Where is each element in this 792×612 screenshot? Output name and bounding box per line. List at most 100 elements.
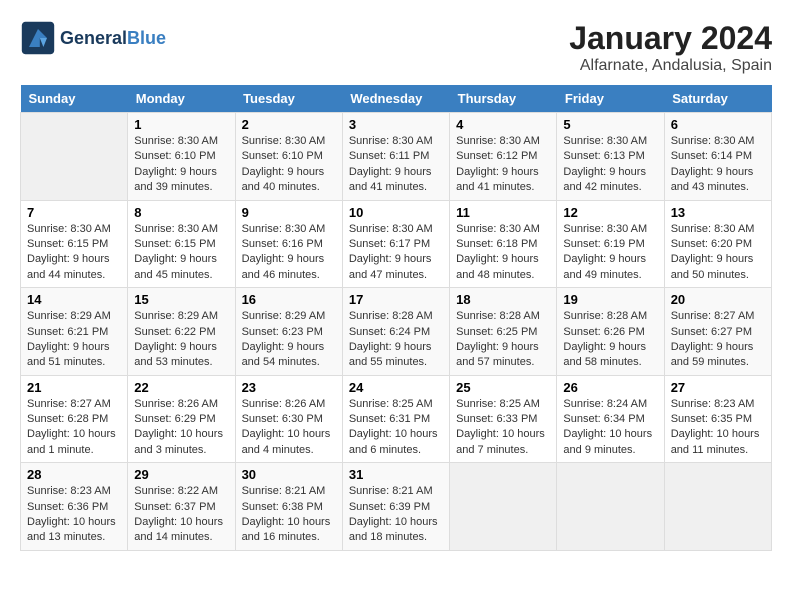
logo: GeneralBlue: [20, 20, 166, 56]
day-info: Sunrise: 8:26 AM Sunset: 6:30 PM Dayligh…: [242, 397, 336, 459]
calendar-cell: 31Sunrise: 8:21 AM Sunset: 6:39 PM Dayli…: [342, 463, 449, 551]
page-header: GeneralBlue January 2024 Alfarnate, Anda…: [20, 20, 772, 75]
day-number: 14: [27, 292, 121, 307]
day-number: 3: [349, 117, 443, 132]
logo-icon: [20, 20, 56, 56]
calendar-day-header: Saturday: [664, 85, 771, 113]
day-number: 13: [671, 205, 765, 220]
calendar-cell: 25 Sunrise: 8:25 AM Sunset: 6:33 PM Dayli…: [450, 375, 557, 463]
page-title: January 2024: [569, 20, 772, 57]
day-number: 11: [456, 205, 550, 220]
day-number: 5: [563, 117, 657, 132]
calendar-cell: 23 Sunrise: 8:26 AM Sunset: 6:30 PM Dayli…: [235, 375, 342, 463]
logo-text: GeneralBlue: [60, 28, 166, 49]
day-number: 10: [349, 205, 443, 220]
day-number: 17: [349, 292, 443, 307]
day-info: Sunrise: 8:30 AM Sunset: 6:10 PM Dayligh…: [242, 134, 336, 196]
calendar-cell: 15 Sunrise: 8:29 AM Sunset: 6:22 PM Dayli…: [128, 288, 235, 376]
day-number: 16: [242, 292, 336, 307]
day-info: Sunrise: 8:22 AM Sunset: 6:37 PM Dayligh…: [134, 484, 228, 546]
calendar-cell: 1 Sunrise: 8:30 AM Sunset: 6:10 PM Daylig…: [128, 113, 235, 201]
day-number: 18: [456, 292, 550, 307]
calendar-day-header: Thursday: [450, 85, 557, 113]
day-number: 28: [27, 467, 121, 482]
day-number: 15: [134, 292, 228, 307]
day-info: Sunrise: 8:30 AM Sunset: 6:12 PM Dayligh…: [456, 134, 550, 196]
calendar-day-header: Wednesday: [342, 85, 449, 113]
calendar-day-header: Sunday: [21, 85, 128, 113]
calendar-cell: 18 Sunrise: 8:28 AM Sunset: 6:25 PM Dayli…: [450, 288, 557, 376]
calendar-week-row: 14 Sunrise: 8:29 AM Sunset: 6:21 PM Dayli…: [21, 288, 772, 376]
day-number: 23: [242, 380, 336, 395]
calendar-cell: [664, 463, 771, 551]
day-info: Sunrise: 8:30 AM Sunset: 6:14 PM Dayligh…: [671, 134, 765, 196]
calendar-cell: 22Sunrise: 8:26 AM Sunset: 6:29 PM Dayli…: [128, 375, 235, 463]
day-info: Sunrise: 8:25 AM Sunset: 6:31 PM Dayligh…: [349, 397, 443, 459]
day-info: Sunrise: 8:30 AM Sunset: 6:17 PM Dayligh…: [349, 222, 443, 284]
page-subtitle: Alfarnate, Andalusia, Spain: [569, 57, 772, 75]
day-info: Sunrise: 8:30 AM Sunset: 6:15 PM Dayligh…: [27, 222, 121, 284]
calendar-cell: 8Sunrise: 8:30 AM Sunset: 6:15 PM Daylig…: [128, 200, 235, 288]
calendar-cell: [450, 463, 557, 551]
day-number: 20: [671, 292, 765, 307]
day-number: 21: [27, 380, 121, 395]
day-info: Sunrise: 8:28 AM Sunset: 6:24 PM Dayligh…: [349, 309, 443, 371]
calendar-cell: 11Sunrise: 8:30 AM Sunset: 6:18 PM Dayli…: [450, 200, 557, 288]
calendar-week-row: 7 Sunrise: 8:30 AM Sunset: 6:15 PM Daylig…: [21, 200, 772, 288]
calendar-cell: 17 Sunrise: 8:28 AM Sunset: 6:24 PM Dayli…: [342, 288, 449, 376]
calendar-cell: 19Sunrise: 8:28 AM Sunset: 6:26 PM Dayli…: [557, 288, 664, 376]
calendar-week-row: 21 Sunrise: 8:27 AM Sunset: 6:28 PM Dayli…: [21, 375, 772, 463]
calendar-cell: 14 Sunrise: 8:29 AM Sunset: 6:21 PM Dayli…: [21, 288, 128, 376]
calendar-cell: 21 Sunrise: 8:27 AM Sunset: 6:28 PM Dayli…: [21, 375, 128, 463]
day-number: 1: [134, 117, 228, 132]
calendar-cell: 28Sunrise: 8:23 AM Sunset: 6:36 PM Dayli…: [21, 463, 128, 551]
calendar-cell: 30Sunrise: 8:21 AM Sunset: 6:38 PM Dayli…: [235, 463, 342, 551]
calendar-cell: 20 Sunrise: 8:27 AM Sunset: 6:27 PM Dayli…: [664, 288, 771, 376]
calendar-cell: 4 Sunrise: 8:30 AM Sunset: 6:12 PM Daylig…: [450, 113, 557, 201]
day-info: Sunrise: 8:24 AM Sunset: 6:34 PM Dayligh…: [563, 397, 657, 459]
calendar-cell: 12 Sunrise: 8:30 AM Sunset: 6:19 PM Dayli…: [557, 200, 664, 288]
title-block: January 2024 Alfarnate, Andalusia, Spain: [569, 20, 772, 75]
day-number: 22: [134, 380, 228, 395]
day-info: Sunrise: 8:30 AM Sunset: 6:13 PM Dayligh…: [563, 134, 657, 196]
calendar-cell: 13Sunrise: 8:30 AM Sunset: 6:20 PM Dayli…: [664, 200, 771, 288]
calendar-cell: 9Sunrise: 8:30 AM Sunset: 6:16 PM Daylig…: [235, 200, 342, 288]
day-number: 7: [27, 205, 121, 220]
day-info: Sunrise: 8:27 AM Sunset: 6:27 PM Dayligh…: [671, 309, 765, 371]
day-info: Sunrise: 8:29 AM Sunset: 6:22 PM Dayligh…: [134, 309, 228, 371]
day-number: 26: [563, 380, 657, 395]
calendar-cell: 24Sunrise: 8:25 AM Sunset: 6:31 PM Dayli…: [342, 375, 449, 463]
calendar-cell: 7 Sunrise: 8:30 AM Sunset: 6:15 PM Daylig…: [21, 200, 128, 288]
calendar-cell: 5 Sunrise: 8:30 AM Sunset: 6:13 PM Daylig…: [557, 113, 664, 201]
calendar-cell: [21, 113, 128, 201]
day-number: 4: [456, 117, 550, 132]
day-info: Sunrise: 8:29 AM Sunset: 6:23 PM Dayligh…: [242, 309, 336, 371]
day-number: 2: [242, 117, 336, 132]
calendar-cell: 27Sunrise: 8:23 AM Sunset: 6:35 PM Dayli…: [664, 375, 771, 463]
day-number: 6: [671, 117, 765, 132]
day-number: 12: [563, 205, 657, 220]
day-info: Sunrise: 8:30 AM Sunset: 6:16 PM Dayligh…: [242, 222, 336, 284]
day-info: Sunrise: 8:30 AM Sunset: 6:19 PM Dayligh…: [563, 222, 657, 284]
day-number: 30: [242, 467, 336, 482]
calendar-week-row: 28Sunrise: 8:23 AM Sunset: 6:36 PM Dayli…: [21, 463, 772, 551]
calendar-cell: [557, 463, 664, 551]
day-info: Sunrise: 8:29 AM Sunset: 6:21 PM Dayligh…: [27, 309, 121, 371]
day-info: Sunrise: 8:30 AM Sunset: 6:15 PM Dayligh…: [134, 222, 228, 284]
calendar-day-header: Monday: [128, 85, 235, 113]
day-number: 29: [134, 467, 228, 482]
day-info: Sunrise: 8:21 AM Sunset: 6:39 PM Dayligh…: [349, 484, 443, 546]
calendar-cell: 16 Sunrise: 8:29 AM Sunset: 6:23 PM Dayli…: [235, 288, 342, 376]
day-info: Sunrise: 8:25 AM Sunset: 6:33 PM Dayligh…: [456, 397, 550, 459]
day-info: Sunrise: 8:23 AM Sunset: 6:35 PM Dayligh…: [671, 397, 765, 459]
day-info: Sunrise: 8:28 AM Sunset: 6:25 PM Dayligh…: [456, 309, 550, 371]
day-info: Sunrise: 8:27 AM Sunset: 6:28 PM Dayligh…: [27, 397, 121, 459]
day-info: Sunrise: 8:30 AM Sunset: 6:11 PM Dayligh…: [349, 134, 443, 196]
calendar-cell: 6 Sunrise: 8:30 AM Sunset: 6:14 PM Daylig…: [664, 113, 771, 201]
calendar-day-header: Friday: [557, 85, 664, 113]
calendar-week-row: 1 Sunrise: 8:30 AM Sunset: 6:10 PM Daylig…: [21, 113, 772, 201]
day-info: Sunrise: 8:28 AM Sunset: 6:26 PM Dayligh…: [563, 309, 657, 371]
day-number: 25: [456, 380, 550, 395]
day-info: Sunrise: 8:30 AM Sunset: 6:10 PM Dayligh…: [134, 134, 228, 196]
calendar-cell: 10 Sunrise: 8:30 AM Sunset: 6:17 PM Dayli…: [342, 200, 449, 288]
